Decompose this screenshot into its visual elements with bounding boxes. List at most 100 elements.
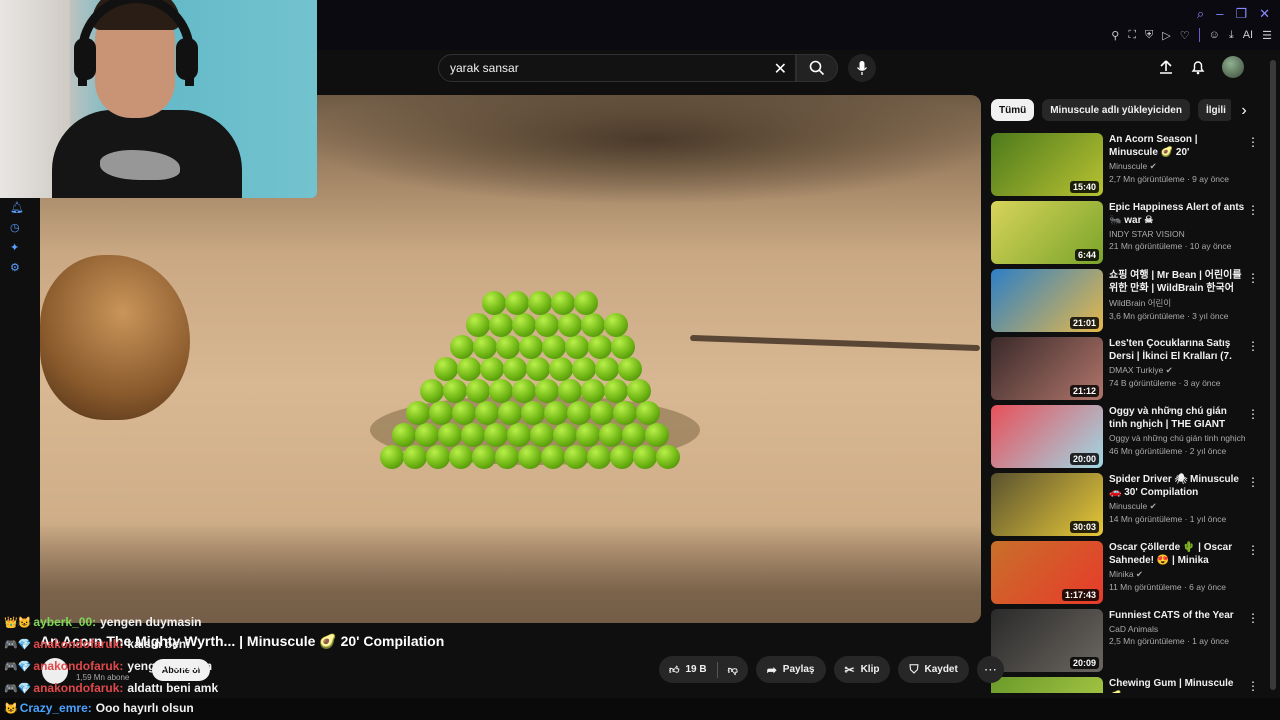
- pea: [482, 291, 506, 315]
- recommendation-item[interactable]: Chewing Gum | Minuscule 🥑⋮: [991, 677, 1261, 693]
- voice-search-button[interactable]: [848, 54, 876, 82]
- search-input[interactable]: yarak sansar ✕: [438, 54, 796, 82]
- recommendation-item[interactable]: 21:01 쇼핑 여행 | Mr Bean | 어린이를 위한 만화 | Wild…: [991, 269, 1261, 337]
- pea: [496, 335, 520, 359]
- recommendation-title[interactable]: Oggy và những chú gián tinh nghịch | THE…: [1109, 405, 1245, 431]
- account-avatar[interactable]: [1222, 56, 1244, 78]
- recommendation-title[interactable]: 쇼핑 여행 | Mr Bean | 어린이를 위한 만화 | WildBrain…: [1109, 269, 1245, 295]
- chip-related[interactable]: İlgili: [1197, 99, 1231, 121]
- video-thumbnail[interactable]: 6:44: [991, 201, 1103, 264]
- recommendation-title[interactable]: Oscar Çöllerde 🌵 | Oscar Sahnede! 😍 | Mi…: [1109, 541, 1245, 567]
- more-vert-icon[interactable]: ⋮: [1247, 680, 1259, 692]
- recommendation-title[interactable]: Epic Happiness Alert of ants 🐜 war ☠: [1109, 201, 1245, 227]
- recommendation-title[interactable]: Chewing Gum | Minuscule 🥑: [1109, 677, 1245, 693]
- pea: [535, 313, 559, 337]
- shield-icon[interactable]: ⛨: [1145, 29, 1153, 42]
- recommendation-title[interactable]: Les'ten Çocuklarına Satış Dersi | İkinci…: [1109, 337, 1245, 363]
- like-count: 19 B: [685, 664, 707, 675]
- more-vert-icon[interactable]: ⋮: [1247, 204, 1259, 216]
- pea: [604, 313, 628, 337]
- chat-username[interactable]: ayberk_00:: [33, 615, 96, 629]
- recommendation-channel[interactable]: DMAX Turkiye ✔: [1109, 365, 1245, 376]
- video-thumbnail[interactable]: 20:00: [991, 405, 1103, 468]
- pea: [450, 335, 474, 359]
- chat-message: 👑😺 ayberk_00: yengen duymasin: [4, 611, 444, 633]
- download-icon[interactable]: ⤓: [1229, 29, 1234, 42]
- recommendation-channel[interactable]: Oggy và những chú gián tinh nghịch ✔: [1109, 433, 1245, 444]
- scrollbar[interactable]: [1270, 60, 1276, 690]
- search-icon[interactable]: ⌕: [1197, 6, 1204, 22]
- video-thumbnail[interactable]: 15:40: [991, 133, 1103, 196]
- recommendation-item[interactable]: 6:44 Epic Happiness Alert of ants 🐜 war ☠…: [991, 201, 1261, 269]
- recommendation-channel[interactable]: Minuscule ✔: [1109, 501, 1245, 512]
- video-thumbnail[interactable]: 20:09: [991, 609, 1103, 672]
- minimize-icon[interactable]: –: [1216, 6, 1223, 22]
- pea: [512, 379, 536, 403]
- video-thumbnail[interactable]: 1:17:43: [991, 541, 1103, 604]
- recommendation-item[interactable]: 30:03 Spider Driver 🕷 Minuscule 🚗 30' Com…: [991, 473, 1261, 541]
- recommendation-meta: Oscar Çöllerde 🌵 | Oscar Sahnede! 😍 | Mi…: [1109, 541, 1245, 609]
- clip-button[interactable]: ✂ Klip: [833, 656, 891, 683]
- pea: [604, 379, 628, 403]
- chevron-right-icon[interactable]: ›: [1234, 101, 1254, 121]
- recommendation-channel[interactable]: WildBrain 어린이: [1109, 297, 1245, 309]
- recommendation-channel[interactable]: INDY STAR VISION: [1109, 229, 1245, 239]
- more-vert-icon[interactable]: ⋮: [1247, 544, 1259, 556]
- play-icon[interactable]: ▷: [1162, 29, 1170, 42]
- like-button[interactable]: 👍︎ 19 B: [659, 664, 717, 676]
- video-thumbnail[interactable]: [991, 677, 1103, 693]
- bell-icon[interactable]: 🔔︎: [10, 201, 24, 215]
- restore-icon[interactable]: ❐: [1235, 6, 1247, 22]
- recommendation-channel[interactable]: Minuscule ✔: [1109, 161, 1245, 172]
- close-icon[interactable]: ✕: [1259, 6, 1270, 22]
- ai-icon[interactable]: AI: [1243, 29, 1253, 41]
- recommendation-item[interactable]: 1:17:43 Oscar Çöllerde 🌵 | Oscar Sahnede!…: [991, 541, 1261, 609]
- recommendation-channel[interactable]: Minika ✔: [1109, 569, 1245, 580]
- more-vert-icon[interactable]: ⋮: [1247, 136, 1259, 148]
- clear-search-icon[interactable]: ✕: [774, 59, 787, 79]
- profile-icon[interactable]: ☺: [1209, 29, 1220, 41]
- more-vert-icon[interactable]: ⋮: [1247, 340, 1259, 352]
- recommendation-title[interactable]: An Acorn Season | Minuscule 🥑 20' Compil…: [1109, 133, 1245, 159]
- pin-icon[interactable]: ⚲: [1111, 29, 1119, 42]
- notifications-icon[interactable]: [1190, 59, 1206, 75]
- video-thumbnail[interactable]: 21:01: [991, 269, 1103, 332]
- recommendation-meta: Funniest CATS of the Year CaD Animals 2,5 …: [1109, 609, 1245, 677]
- more-actions-button[interactable]: ⋯: [976, 656, 1004, 683]
- clock-icon[interactable]: ◷: [10, 221, 24, 235]
- more-vert-icon[interactable]: ⋮: [1247, 408, 1259, 420]
- pea: [618, 357, 642, 381]
- recommendation-item[interactable]: 20:09 Funniest CATS of the Year CaD Animal…: [991, 609, 1261, 677]
- video-actions: 👍︎ 19 B 👎︎ ➦ Paylaş ✂ Klip ⛉ Kaydet ⋯: [659, 656, 1004, 683]
- recommendation-title[interactable]: Funniest CATS of the Year: [1109, 609, 1245, 622]
- more-vert-icon[interactable]: ⋮: [1247, 476, 1259, 488]
- menu-icon[interactable]: ☰: [1262, 29, 1272, 42]
- settings-icon[interactable]: ⚙: [10, 261, 24, 275]
- user-badge-icon: 👑😺: [4, 616, 32, 629]
- upload-icon[interactable]: [1158, 59, 1174, 75]
- chip-from-uploader[interactable]: Minuscule adlı yükleyiciden: [1042, 99, 1190, 121]
- share-button[interactable]: ➦ Paylaş: [755, 656, 826, 683]
- chip-all[interactable]: Tümü: [991, 99, 1035, 121]
- search-button[interactable]: [796, 54, 838, 82]
- crop-icon[interactable]: ⛶: [1128, 29, 1136, 42]
- video-thumbnail[interactable]: 30:03: [991, 473, 1103, 536]
- more-vert-icon[interactable]: ⋮: [1247, 612, 1259, 624]
- more-vert-icon[interactable]: ⋮: [1247, 272, 1259, 284]
- pea: [503, 357, 527, 381]
- recommendation-item[interactable]: 20:00 Oggy và những chú gián tinh nghịch …: [991, 405, 1261, 473]
- chat-username[interactable]: Crazy_emre:: [20, 701, 92, 715]
- puzzle-icon[interactable]: ✦: [10, 241, 24, 255]
- chat-username[interactable]: anakondofaruk:: [33, 659, 123, 673]
- chat-username[interactable]: anakondofaruk:: [33, 681, 123, 695]
- chat-username[interactable]: anakondofaruk:: [33, 637, 123, 651]
- recommendation-item[interactable]: 15:40 An Acorn Season | Minuscule 🥑 20' C…: [991, 133, 1261, 201]
- recommendation-channel[interactable]: CaD Animals: [1109, 624, 1245, 634]
- dislike-button[interactable]: 👎︎: [718, 664, 748, 676]
- recommendation-item[interactable]: 21:12 Les'ten Çocuklarına Satış Dersi | İ…: [991, 337, 1261, 405]
- save-button[interactable]: ⛉ Kaydet: [898, 656, 969, 683]
- video-thumbnail[interactable]: 21:12: [991, 337, 1103, 400]
- heart-icon[interactable]: ♡: [1180, 29, 1190, 42]
- recommendation-views: 46 Mn görüntüleme · 2 yıl önce: [1109, 446, 1227, 456]
- recommendation-title[interactable]: Spider Driver 🕷 Minuscule 🚗 30' Compilat…: [1109, 473, 1245, 499]
